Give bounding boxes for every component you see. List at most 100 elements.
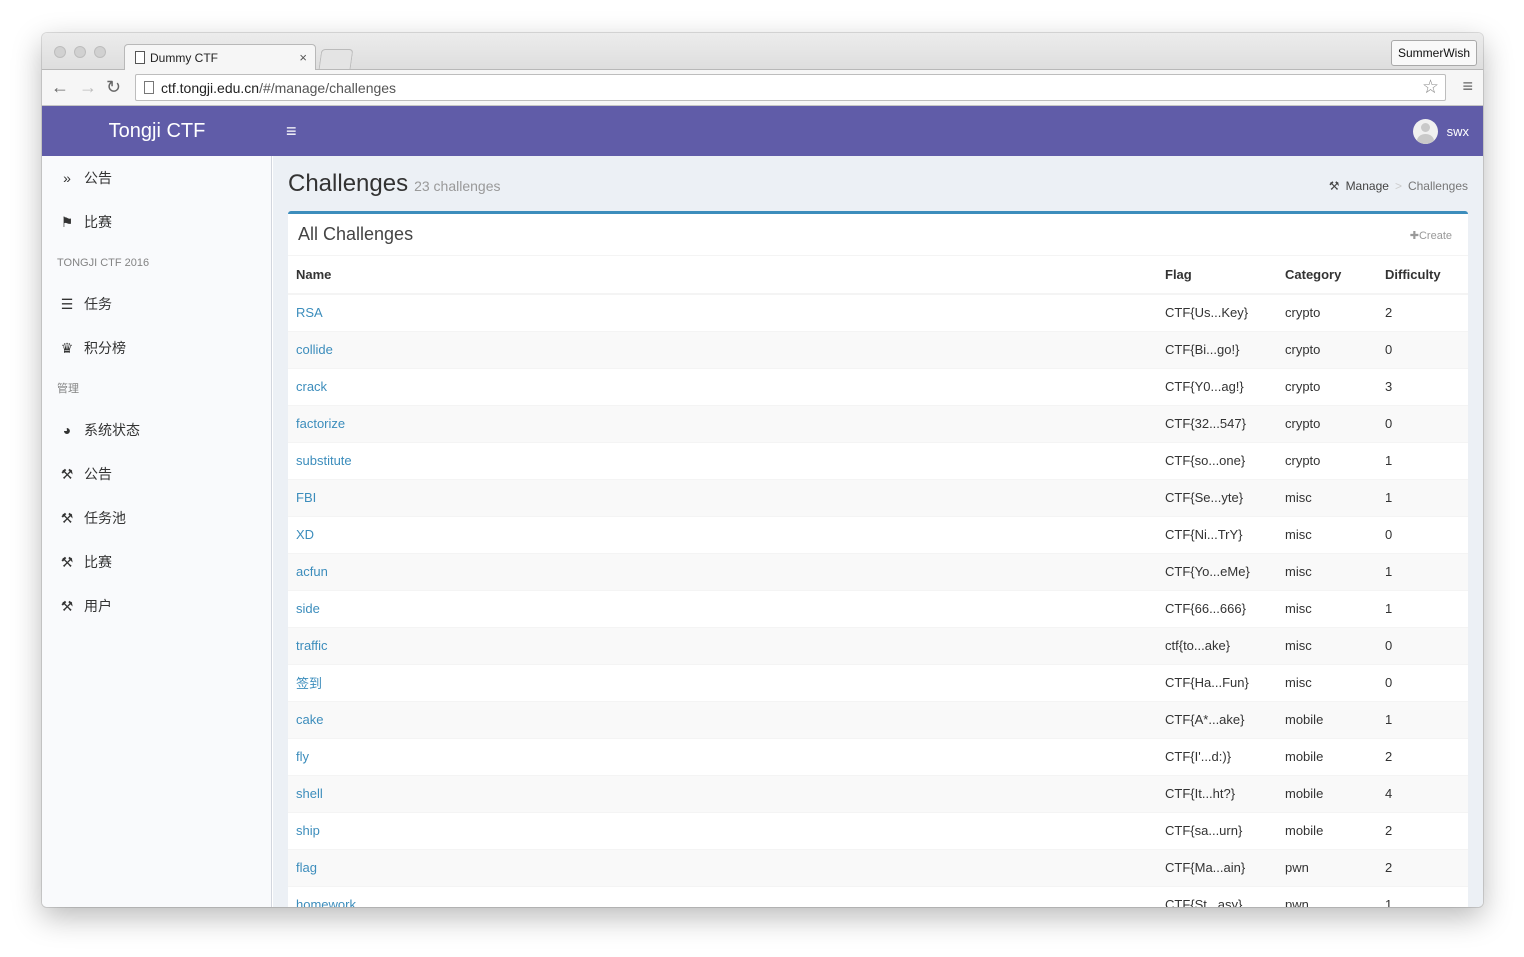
- create-button[interactable]: ✚Create: [1410, 229, 1452, 242]
- cell-name: shell: [288, 774, 1157, 812]
- challenge-link[interactable]: homework: [296, 897, 356, 907]
- page-icon: [135, 51, 145, 64]
- cell-category: misc: [1277, 663, 1377, 701]
- address-bar[interactable]: ctf.tongji.edu.cn/#/manage/challenges ☆: [135, 74, 1446, 101]
- cell-name: RSA: [288, 293, 1157, 331]
- table-row: side CTF{66...666} misc 1: [288, 589, 1468, 627]
- page-subtitle: 23 challenges: [414, 178, 501, 194]
- challenge-link[interactable]: flag: [296, 860, 317, 875]
- challenge-link[interactable]: traffic: [296, 638, 328, 653]
- browser-menu-icon[interactable]: ≡: [1462, 76, 1473, 97]
- cell-difficulty: 0: [1377, 626, 1468, 664]
- cell-category: misc: [1277, 478, 1377, 516]
- sidebar-item-section2_items-1[interactable]: ⚒ 公告: [42, 452, 271, 496]
- sidebar-item-label: 系统状态: [84, 422, 140, 438]
- cell-category: mobile: [1277, 774, 1377, 812]
- forward-arrow-icon[interactable]: →: [79, 77, 97, 97]
- cell-difficulty: 1: [1377, 478, 1468, 516]
- cell-flag: CTF{Ni...TrY}: [1157, 515, 1277, 553]
- challenge-link[interactable]: fly: [296, 749, 309, 764]
- cell-difficulty: 1: [1377, 700, 1468, 738]
- challenge-link[interactable]: acfun: [296, 564, 328, 579]
- minimize-window-button[interactable]: [74, 46, 86, 58]
- header-name[interactable]: Name: [288, 256, 1157, 295]
- cell-difficulty: 0: [1377, 330, 1468, 368]
- close-tab-icon[interactable]: ×: [299, 50, 307, 65]
- challenge-link[interactable]: substitute: [296, 453, 352, 468]
- cell-category: pwn: [1277, 885, 1377, 907]
- close-window-button[interactable]: [54, 46, 66, 58]
- window-controls: [54, 46, 106, 58]
- box-header: All Challenges ✚Create: [288, 214, 1468, 256]
- trophy-icon: ♛: [60, 339, 74, 356]
- cell-category: misc: [1277, 552, 1377, 590]
- cell-difficulty: 0: [1377, 515, 1468, 553]
- user-menu[interactable]: swx: [1412, 119, 1469, 144]
- cell-difficulty: 1: [1377, 885, 1468, 907]
- sidebar-item-section2_items-0[interactable]: ◕ 系统状态: [42, 408, 271, 452]
- zoom-window-button[interactable]: [94, 46, 106, 58]
- page-icon: [144, 81, 154, 94]
- cell-flag: CTF{Bi...go!}: [1157, 330, 1277, 368]
- sidebar-item-section2_items-2[interactable]: ⚒ 任务池: [42, 496, 271, 540]
- cell-flag: CTF{32...547}: [1157, 404, 1277, 442]
- cell-flag: CTF{sa...urn}: [1157, 811, 1277, 849]
- cell-name: FBI: [288, 478, 1157, 516]
- challenge-link[interactable]: collide: [296, 342, 333, 357]
- table-row: RSA CTF{Us...Key} crypto 2: [288, 293, 1468, 331]
- profile-button[interactable]: SummerWish: [1390, 40, 1477, 66]
- sidebar-item-label: 任务池: [84, 510, 126, 526]
- page-title: Challenges 23 challenges: [288, 170, 501, 198]
- sidebar: » 公告 ⚑ 比赛 TONGJI CTF 2016 ☰ 任务 ♛ 积分榜 管理 ◕ 系统状态 ⚒…: [42, 156, 272, 907]
- sidebar-item-section1_items-0[interactable]: ☰ 任务: [42, 282, 271, 326]
- brand-logo[interactable]: Tongji CTF: [42, 106, 272, 156]
- challenge-link[interactable]: RSA: [296, 305, 323, 320]
- challenge-link[interactable]: crack: [296, 379, 327, 394]
- cell-flag: CTF{so...one}: [1157, 441, 1277, 479]
- box-title: All Challenges: [298, 224, 414, 244]
- url-host: ctf.tongji.edu.cn: [161, 80, 260, 96]
- challenge-link[interactable]: XD: [296, 527, 314, 542]
- challenge-link[interactable]: factorize: [296, 416, 345, 431]
- flag-icon: ⚑: [60, 213, 74, 230]
- cell-difficulty: 2: [1377, 848, 1468, 886]
- sidebar-item-section2_items-4[interactable]: ⚒ 用户: [42, 584, 271, 628]
- app: Tongji CTF ≡ swx » 公告 ⚑ 比赛 TONGJI CTF 2016 …: [42, 106, 1483, 907]
- browser-toolbar: ← → ↻ ctf.tongji.edu.cn/#/manage/challen…: [42, 70, 1483, 106]
- breadcrumb-manage[interactable]: Manage: [1346, 179, 1389, 193]
- sidebar-header-ctf: TONGJI CTF 2016: [57, 257, 150, 269]
- challenge-link[interactable]: side: [296, 601, 320, 616]
- reload-icon[interactable]: ↻: [106, 77, 121, 97]
- wrench-icon: ⚒: [60, 553, 74, 570]
- challenge-link[interactable]: shell: [296, 786, 323, 801]
- cell-category: crypto: [1277, 293, 1377, 331]
- cell-flag: CTF{66...666}: [1157, 589, 1277, 627]
- challenge-link[interactable]: cake: [296, 712, 323, 727]
- browser-tab[interactable]: Dummy CTF ×: [124, 44, 316, 71]
- cell-flag: CTF{I'...d:)}: [1157, 737, 1277, 775]
- challenge-link[interactable]: 签到: [296, 676, 322, 691]
- new-tab-button[interactable]: [318, 49, 354, 69]
- challenge-link[interactable]: FBI: [296, 490, 316, 505]
- challenges-box: All Challenges ✚Create Name Flag Categor…: [288, 211, 1468, 907]
- cell-name: ship: [288, 811, 1157, 849]
- sidebar-item-top_items-0[interactable]: » 公告: [42, 156, 271, 200]
- sidebar-item-top_items-1[interactable]: ⚑ 比赛: [42, 200, 271, 244]
- bookmark-star-icon[interactable]: ☆: [1422, 76, 1439, 99]
- sidebar-toggle-icon[interactable]: ≡: [286, 121, 297, 142]
- header-category[interactable]: Category: [1277, 256, 1377, 295]
- sidebar-item-label: 任务: [84, 296, 112, 312]
- cell-name: flag: [288, 848, 1157, 886]
- back-arrow-icon[interactable]: ←: [51, 77, 69, 97]
- header-difficulty[interactable]: Difficulty: [1377, 256, 1468, 295]
- sidebar-header-manage: 管理: [57, 383, 79, 395]
- table-row: flag CTF{Ma...ain} pwn 2: [288, 848, 1468, 886]
- header-flag[interactable]: Flag: [1157, 256, 1277, 295]
- cell-name: side: [288, 589, 1157, 627]
- table-row: substitute CTF{so...one} crypto 1: [288, 441, 1468, 479]
- challenge-link[interactable]: ship: [296, 823, 320, 838]
- cell-category: misc: [1277, 589, 1377, 627]
- sidebar-item-section1_items-1[interactable]: ♛ 积分榜: [42, 326, 271, 370]
- sidebar-item-section2_items-3[interactable]: ⚒ 比赛: [42, 540, 271, 584]
- cell-difficulty: 2: [1377, 737, 1468, 775]
